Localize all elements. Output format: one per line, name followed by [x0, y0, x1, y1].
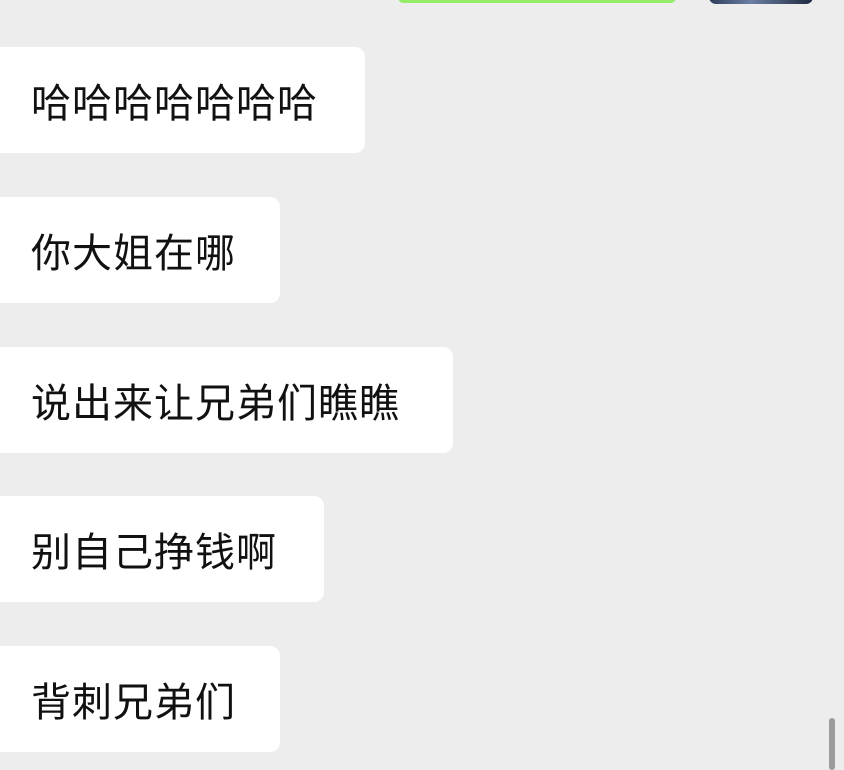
incoming-message-bubble[interactable]: 哈哈哈哈哈哈哈 — [0, 47, 365, 153]
incoming-message-bubble[interactable]: 背刺兄弟们 — [0, 646, 280, 752]
message-text: 别自己挣钱啊 — [31, 530, 277, 576]
message-text: 你大姐在哪 — [31, 231, 236, 277]
incoming-message-bubble[interactable]: 说出来让兄弟们瞧瞧 — [0, 347, 453, 453]
incoming-message-bubble[interactable]: 别自己挣钱啊 — [0, 496, 324, 602]
message-text: 说出来让兄弟们瞧瞧 — [31, 381, 400, 427]
chat-message-list[interactable]: 哈哈哈哈哈哈哈 你大姐在哪 说出来让兄弟们瞧瞧 别自己挣钱啊 背刺兄弟们 — [0, 0, 844, 770]
incoming-message-bubble[interactable]: 你大姐在哪 — [0, 197, 280, 303]
message-text: 哈哈哈哈哈哈哈 — [31, 81, 318, 127]
avatar[interactable] — [709, 0, 813, 4]
outgoing-message-bubble[interactable] — [398, 0, 676, 3]
message-text: 背刺兄弟们 — [31, 680, 236, 726]
scrollbar[interactable] — [829, 718, 835, 770]
